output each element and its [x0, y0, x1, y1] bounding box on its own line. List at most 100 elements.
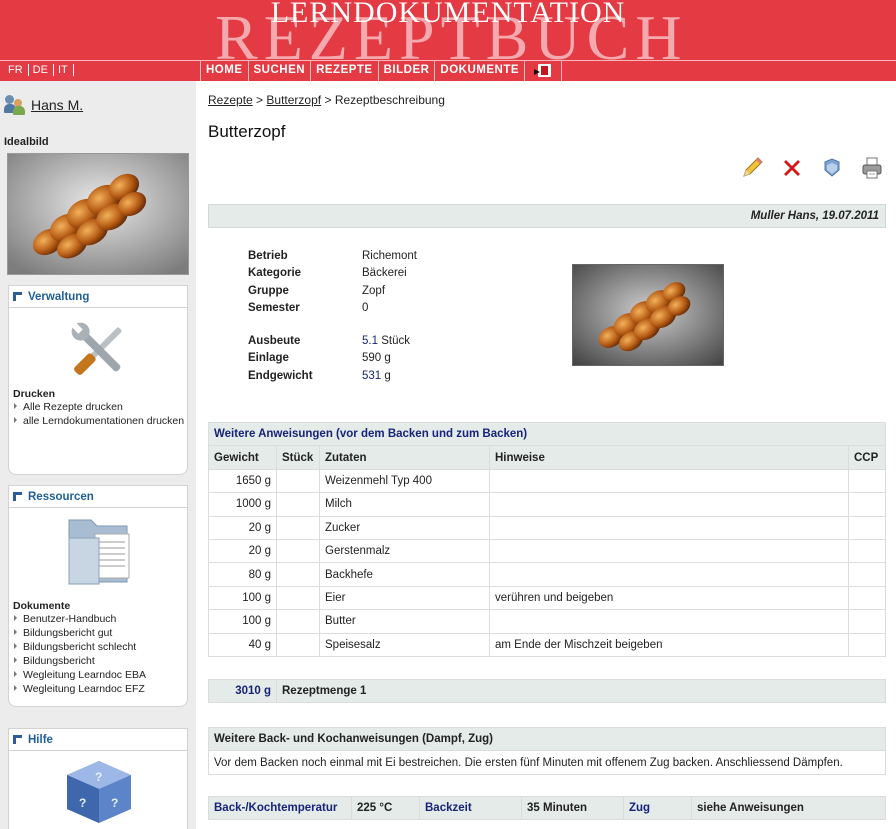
menu-suchen[interactable]: SUCHEN — [247, 61, 311, 81]
bullet-arrow-icon — [14, 403, 17, 409]
baking-instructions-text: Vor dem Backen noch einmal mit Ei bestre… — [208, 750, 886, 775]
menu-home[interactable]: HOME — [200, 61, 248, 81]
pencil-icon — [743, 157, 763, 177]
prop-label: Kategorie — [248, 267, 302, 280]
folder-illustration — [9, 508, 187, 596]
ressourcen-header: Ressourcen — [9, 486, 187, 508]
header-title-top: LERNDOKUMENTATION — [270, 0, 626, 29]
prop-semester: 0 — [362, 302, 369, 315]
breadcrumb-separator: > — [324, 93, 332, 107]
link-wegleitung-eba[interactable]: Wegleitung Learndoc EBA — [13, 668, 187, 682]
drucken-links: Alle Rezepte drucken alle Lerndokumentat… — [9, 400, 187, 428]
link-wegleitung-efz[interactable]: Wegleitung Learndoc EFZ — [13, 682, 187, 696]
dokumente-section-title: Dokumente — [13, 600, 71, 612]
link-bildungsbericht-schlecht[interactable]: Bildungsbericht schlecht — [13, 640, 187, 654]
bullet-arrow-icon — [14, 671, 17, 677]
link-bildungsbericht-gut[interactable]: Bildungsbericht gut — [13, 626, 187, 640]
ingredients-table: Weitere Anweisungen (vor dem Backen und … — [208, 421, 886, 657]
verwaltung-title: Verwaltung — [28, 290, 90, 303]
baking-parameters-table: Back-/Kochtemperatur 225 °C Backzeit 35 … — [208, 795, 886, 821]
table-row: 20 g Gerstenmalz — [208, 538, 886, 564]
prop-einlage: 590 g — [362, 352, 391, 365]
logout-button[interactable] — [524, 61, 563, 81]
lang-it[interactable]: IT — [56, 64, 74, 76]
prop-betrieb: Richemont — [362, 249, 417, 262]
menu-bilder[interactable]: BILDER — [377, 61, 435, 81]
bullet-arrow-icon — [14, 657, 17, 663]
print-button[interactable] — [860, 156, 884, 180]
print-icon — [862, 157, 882, 179]
help-cube-icon[interactable]: ??? — [9, 751, 189, 829]
user-info: Hans M. — [4, 95, 83, 115]
recipe-properties: Betrieb Richemont Kategorie Bäckerei Grupp… — [248, 247, 417, 385]
verwaltung-box: Verwaltung Drucken Alle Rezepte drucken … — [8, 285, 188, 475]
col-gewicht: Gewicht — [208, 445, 277, 470]
table-row: 1000 g Milch — [208, 492, 886, 517]
temp-value: 225 °C — [351, 795, 420, 821]
tools-icon[interactable] — [9, 308, 189, 384]
delete-x-icon — [784, 160, 800, 176]
col-ccp: CCP — [848, 445, 886, 470]
recipe-actions — [724, 156, 884, 180]
hilfe-box: Hilfe ??? — [8, 728, 188, 829]
logout-icon — [534, 64, 552, 77]
drucken-section-title: Drucken — [13, 388, 56, 400]
top-nav: FR DE IT HOME SUCHEN REZEPTE BILDER DOKU… — [0, 60, 896, 81]
link-benutzer-handbuch[interactable]: Benutzer-Handbuch — [13, 612, 187, 626]
col-zutaten: Zutaten — [319, 445, 490, 470]
col-stueck: Stück — [276, 445, 320, 470]
total-label: Rezeptmenge 1 — [276, 678, 886, 704]
breadcrumb: Rezepte > Butterzopf > Rezeptbeschreibun… — [208, 93, 445, 107]
table-row: 80 g Backhefe — [208, 562, 886, 587]
prop-ausbeute: 5.1 Stück — [362, 334, 410, 347]
link-alle-rezepte-drucken[interactable]: Alle Rezepte drucken — [13, 400, 187, 414]
recipe-image[interactable] — [572, 264, 724, 366]
time-value: 35 Minuten — [521, 795, 624, 821]
lang-fr[interactable]: FR — [6, 64, 29, 76]
prop-label: Betrieb — [248, 249, 288, 262]
help-illustration: ??? — [9, 751, 187, 829]
lang-de[interactable]: DE — [31, 64, 54, 76]
hilfe-title: Hilfe — [28, 733, 53, 746]
tools-illustration — [9, 308, 187, 384]
menu-rezepte[interactable]: REZEPTE — [310, 61, 378, 81]
prop-label: Endgewicht — [248, 369, 313, 382]
zug-label: Zug — [623, 795, 692, 821]
prop-kategorie: Bäckerei — [362, 267, 407, 280]
corner-mark-icon — [13, 492, 22, 501]
table-row: 1650 g Weizenmehl Typ 400 — [208, 468, 886, 494]
menu-dokumente[interactable]: DOKUMENTE — [434, 61, 524, 81]
ideal-image-label: Idealbild — [4, 136, 49, 148]
svg-text:?: ? — [79, 796, 86, 810]
ressourcen-box: Ressourcen Dokumente Benutzer-Handbuch B… — [8, 485, 188, 707]
delete-button[interactable] — [780, 156, 804, 180]
author-date-bar: Muller Hans, 19.07.2011 — [208, 204, 886, 228]
users-icon — [4, 95, 26, 115]
ressourcen-title: Ressourcen — [28, 490, 94, 503]
breadcrumb-butterzopf[interactable]: Butterzopf — [266, 93, 321, 107]
link-bildungsbericht[interactable]: Bildungsbericht — [13, 654, 187, 668]
dokumente-links: Benutzer-Handbuch Bildungsbericht gut Bi… — [9, 612, 187, 696]
language-switcher: FR DE IT — [6, 64, 76, 76]
link-alle-lerndokumentationen-drucken[interactable]: alle Lerndokumentationen drucken — [13, 414, 187, 428]
hilfe-header: Hilfe — [9, 729, 187, 751]
sidebar: Hans M. Idealbild Verwaltung Drucken All… — [0, 81, 196, 829]
edit-button[interactable] — [740, 156, 764, 180]
breadcrumb-rezepte[interactable]: Rezepte — [208, 93, 253, 107]
folder-icon[interactable] — [9, 508, 189, 596]
ideal-image — [7, 153, 189, 275]
bullet-arrow-icon — [14, 417, 17, 423]
prop-label: Semester — [248, 302, 300, 315]
copy-button[interactable] — [820, 156, 844, 180]
total-amount: 3010 g — [208, 678, 277, 704]
table-row: 40 g Speisesalz am Ende der Mischzeit beig… — [208, 632, 886, 657]
prop-gruppe: Zopf — [362, 284, 386, 297]
prop-endgewicht: 531 g — [362, 369, 391, 382]
user-name-link[interactable]: Hans M. — [31, 97, 83, 113]
temp-label: Back-/Kochtemperatur — [208, 795, 352, 821]
recipe-total-table: 3010 g Rezeptmenge 1 — [208, 678, 886, 704]
zug-value: siehe Anweisungen — [691, 795, 886, 821]
copy-icon — [824, 158, 840, 177]
prop-label: Gruppe — [248, 284, 289, 297]
table-row: 100 g Butter — [208, 609, 886, 634]
